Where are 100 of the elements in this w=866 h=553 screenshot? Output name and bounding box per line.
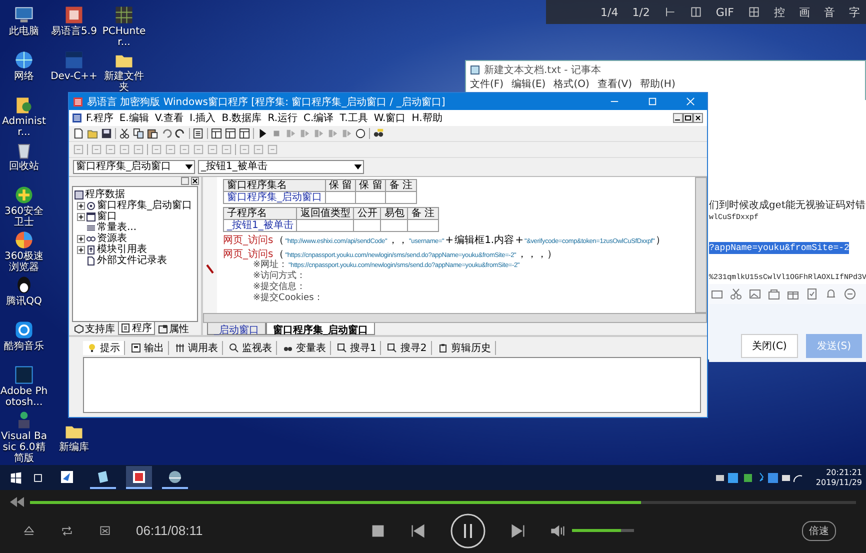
speed-button[interactable]: 倍速 <box>802 520 836 540</box>
menu-item[interactable]: B.数据库 <box>220 111 264 125</box>
window-controls-icon[interactable] <box>673 113 703 123</box>
rewind-icon[interactable] <box>10 496 24 508</box>
player-top-control[interactable]: 控 <box>774 4 785 20</box>
tree-item[interactable]: 常量表... <box>97 222 137 233</box>
tree-item[interactable]: 窗口程序集_启动窗口 <box>97 200 192 211</box>
player-top-control[interactable]: 画 <box>799 4 810 20</box>
shield-icon[interactable] <box>13 184 35 206</box>
stop-icon[interactable] <box>370 522 386 538</box>
menu-item[interactable]: 文件(F) <box>470 79 504 91</box>
eject-icon[interactable] <box>22 524 36 536</box>
volume-track[interactable] <box>572 529 634 532</box>
menu-item[interactable]: 帮助(H) <box>640 79 676 91</box>
windows-logo-icon[interactable] <box>10 472 22 484</box>
progress-track[interactable] <box>30 500 856 504</box>
globe-icon[interactable] <box>13 49 35 71</box>
hand-icon[interactable] <box>355 128 366 139</box>
previous-icon[interactable] <box>410 522 426 538</box>
clock-date[interactable]: 2019/11/29 <box>816 478 862 488</box>
play-icon[interactable] <box>257 128 268 139</box>
scrollbar[interactable] <box>695 177 707 313</box>
task-view-icon[interactable] <box>32 472 44 484</box>
preview-icon[interactable] <box>193 128 204 139</box>
output-tab[interactable]: 输出 <box>127 340 169 354</box>
output-tab[interactable]: 搜寻2 <box>383 340 432 354</box>
pin-icon[interactable] <box>664 6 676 18</box>
paste-icon[interactable] <box>147 128 158 139</box>
panel-icon[interactable] <box>239 128 250 139</box>
volume-icon[interactable] <box>550 522 566 538</box>
tree-item[interactable]: 资源表 <box>97 233 127 244</box>
menu-item[interactable]: H.帮助 <box>410 111 444 125</box>
undo-icon[interactable] <box>161 128 172 139</box>
grid-app-icon[interactable] <box>113 4 135 26</box>
menu-item[interactable]: E.编辑 <box>117 111 151 125</box>
menu-item[interactable]: 编辑(E) <box>512 79 546 91</box>
panel-tab[interactable]: 支持库 <box>71 322 118 335</box>
document-icon[interactable] <box>806 288 818 300</box>
expand-icon[interactable] <box>77 212 85 220</box>
menu-item[interactable]: T.工具 <box>338 111 370 125</box>
tree-item[interactable]: 模块引用表 <box>97 244 147 255</box>
close-button[interactable]: 关闭(C) <box>741 334 798 358</box>
scissors-icon[interactable] <box>730 288 742 300</box>
app-icon <box>73 96 83 106</box>
expand-icon[interactable] <box>77 202 85 210</box>
output-tab[interactable]: 监视表 <box>225 340 277 354</box>
bell-icon[interactable] <box>825 288 837 300</box>
menu-item[interactable]: I.插入 <box>188 111 218 125</box>
player-top-control[interactable]: 字 <box>849 4 860 20</box>
output-tab[interactable]: 变量表 <box>279 340 331 354</box>
menu-item[interactable]: R.运行 <box>266 111 300 125</box>
window-icon[interactable] <box>690 6 702 18</box>
class-dropdown[interactable]: 窗口程序集_启动窗口 <box>73 160 195 174</box>
menu-item[interactable]: 查看(V) <box>597 79 632 91</box>
new-file-icon[interactable] <box>73 128 84 139</box>
menu-item[interactable]: 格式(O) <box>554 79 590 91</box>
redo-icon[interactable] <box>175 128 186 139</box>
output-tab[interactable]: 搜寻1 <box>333 340 382 354</box>
binoculars-icon[interactable] <box>373 128 384 139</box>
menu-item[interactable]: F.程序 <box>84 111 116 125</box>
save-icon[interactable] <box>101 128 112 139</box>
browser-icon[interactable] <box>13 229 35 251</box>
player-top-control[interactable]: 1/4 <box>600 6 618 18</box>
image-app-icon[interactable] <box>13 364 35 386</box>
panel-buttons-icon[interactable] <box>181 177 199 185</box>
scrollbar[interactable] <box>203 313 707 323</box>
screenshot-icon[interactable] <box>748 6 760 18</box>
output-tab[interactable]: 剪辑历史 <box>434 340 496 354</box>
expand-icon[interactable] <box>77 246 85 254</box>
expand-icon[interactable] <box>77 234 85 242</box>
panel-icon[interactable] <box>225 128 236 139</box>
output-tab[interactable]: 提示 <box>83 340 125 354</box>
output-tab[interactable]: 调用表 <box>171 340 223 354</box>
cut-icon[interactable] <box>119 128 130 139</box>
taskbar-app[interactable] <box>126 466 152 489</box>
method-dropdown[interactable]: _按钮1_被单击 <box>198 160 364 174</box>
repeat-icon[interactable] <box>60 524 74 536</box>
more-icon[interactable] <box>844 288 856 300</box>
panel-tab[interactable]: 属性 <box>155 322 192 335</box>
tree-item[interactable]: 程序数据 <box>85 189 125 200</box>
tree-item[interactable]: 窗口 <box>97 211 117 222</box>
clock-time[interactable]: 20:21:21 <box>826 468 862 478</box>
image-icon[interactable] <box>749 288 761 300</box>
open-folder-icon[interactable] <box>87 128 98 139</box>
tree-item[interactable]: 外部文件记录表 <box>97 255 167 266</box>
app-icon[interactable] <box>63 4 85 26</box>
music-icon[interactable] <box>13 319 35 341</box>
menu-item[interactable]: C.编译 <box>302 111 336 125</box>
player-top-control[interactable]: GIF <box>716 6 734 18</box>
menu-item[interactable]: V.查看 <box>152 111 186 125</box>
next-icon[interactable] <box>510 522 526 538</box>
shop-icon[interactable] <box>768 288 780 300</box>
panel-icon[interactable] <box>211 128 222 139</box>
screen-icon[interactable] <box>98 524 112 536</box>
copy-icon[interactable] <box>133 128 144 139</box>
player-top-control[interactable]: 音 <box>824 4 835 20</box>
menu-item[interactable]: W.窗口 <box>372 111 408 125</box>
panel-tab[interactable]: 程序 <box>118 322 155 335</box>
player-top-control[interactable]: 1/2 <box>632 6 650 18</box>
pause-icon[interactable] <box>450 512 486 548</box>
